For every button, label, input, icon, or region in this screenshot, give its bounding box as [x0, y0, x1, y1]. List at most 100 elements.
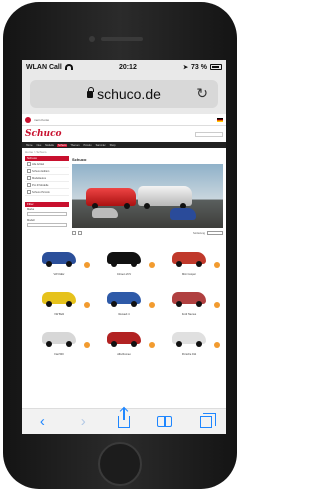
url-text: schuco.de [97, 86, 161, 102]
cart-badge-icon[interactable] [214, 302, 220, 308]
sidebar-item[interactable]: Pro.R Modelle [25, 182, 69, 189]
nav-item[interactable]: Shop [109, 144, 117, 147]
nav-item[interactable]: Modelle [44, 144, 55, 147]
banner-car-blue [170, 208, 196, 220]
sidebar: Schuco Alle Artikel Schuco Edition Modella… [25, 156, 69, 238]
product-card[interactable]: VW Bulli [28, 286, 90, 322]
site-header: Schuco [22, 126, 226, 142]
product-image[interactable] [158, 246, 220, 270]
battery-percent: 73 % [191, 63, 207, 71]
list-toolbar: Sortierung [72, 228, 223, 238]
sidebar-item[interactable]: Schuco Edition [25, 168, 69, 175]
product-name[interactable]: Alfa Romeo [93, 353, 155, 356]
product-card[interactable]: Mini Cooper [158, 246, 220, 282]
grid-view-icon[interactable] [72, 231, 76, 235]
battery-icon [210, 64, 222, 70]
product-image[interactable] [158, 286, 220, 310]
cart-badge-icon[interactable] [149, 262, 155, 268]
product-name[interactable]: VW Bulli [28, 313, 90, 316]
lock-icon [87, 86, 95, 98]
site-logo[interactable]: Schuco [25, 129, 62, 139]
sidebar-item[interactable]: Modellautos [25, 175, 69, 182]
account-link[interactable]: mein Konto [34, 118, 49, 122]
product-name[interactable]: Mini Cooper [158, 273, 220, 276]
forward-icon[interactable]: › [71, 412, 95, 432]
share-button[interactable] [112, 407, 136, 432]
cart-badge-icon[interactable] [84, 262, 90, 268]
product-name[interactable]: Ford Taunus [158, 313, 220, 316]
product-card[interactable]: Porsche 911 [158, 326, 220, 362]
product-card[interactable]: Alfa Romeo [93, 326, 155, 362]
main-content: Schuco Sortierung [72, 156, 223, 238]
product-image[interactable] [28, 286, 90, 310]
cart-badge-icon[interactable] [84, 302, 90, 308]
nav-item[interactable]: Neu [36, 144, 43, 147]
bookmarks-button[interactable] [153, 412, 177, 432]
model-car-icon [42, 332, 76, 347]
cart-badge-icon[interactable] [149, 342, 155, 348]
banner-car-red [86, 188, 136, 209]
product-name[interactable]: VW Käfer [28, 273, 90, 276]
model-car-icon [107, 332, 141, 347]
product-image[interactable] [93, 246, 155, 270]
sort-select[interactable] [207, 231, 223, 235]
model-car-icon [42, 292, 76, 307]
safari-toolbar: ‹ › [22, 407, 226, 434]
nav-item[interactable]: Schuco [57, 143, 68, 147]
location-icon: ➤ [183, 64, 189, 71]
product-name[interactable]: Renault 4 [93, 313, 155, 316]
cart-badge-icon[interactable] [214, 342, 220, 348]
product-image[interactable] [158, 326, 220, 350]
list-view-icon[interactable] [78, 231, 82, 235]
product-image[interactable] [93, 326, 155, 350]
filter-brand-select[interactable] [27, 212, 67, 216]
breadcrumb[interactable]: Home > Schuco [22, 148, 226, 156]
product-card[interactable]: Fiat 500 [28, 326, 90, 362]
carrier-label: WLAN Call [26, 63, 62, 71]
product-card[interactable]: Renault 4 [93, 286, 155, 322]
page-title: Schuco [72, 157, 87, 162]
cart-badge-icon[interactable] [149, 302, 155, 308]
model-car-icon [172, 252, 206, 267]
screen: WLAN Call 20:12 ➤ 73 % schuco.de ↻ mein … [22, 60, 226, 434]
product-image[interactable] [28, 326, 90, 350]
product-image[interactable] [28, 246, 90, 270]
tabs-icon [199, 412, 216, 428]
site-topbar: mein Konto [22, 114, 226, 126]
product-name[interactable]: Fiat 500 [28, 353, 90, 356]
cart-badge-icon[interactable] [84, 342, 90, 348]
product-name[interactable]: Citroen 2CV [93, 273, 155, 276]
nav-item[interactable]: Piccolo [83, 144, 93, 147]
reload-icon[interactable]: ↻ [196, 85, 208, 102]
banner-car-white [138, 186, 192, 209]
model-car-icon [172, 332, 206, 347]
product-card[interactable]: Citroen 2CV [93, 246, 155, 282]
status-bar: WLAN Call 20:12 ➤ 73 % [22, 60, 226, 74]
back-icon[interactable]: ‹ [30, 412, 54, 432]
nav-item[interactable]: Home [25, 144, 34, 147]
clock: 20:12 [118, 63, 137, 71]
account-icon[interactable] [25, 116, 31, 123]
sidebar-item[interactable]: Alle Artikel [25, 161, 69, 168]
address-bar[interactable]: schuco.de ↻ [30, 80, 218, 108]
model-car-icon [42, 252, 76, 267]
web-page: mein Konto Schuco Home Neu Modelle Schuco Th… [22, 114, 226, 408]
product-card[interactable]: Ford Taunus [158, 286, 220, 322]
product-card[interactable]: VW Käfer [28, 246, 90, 282]
model-car-icon [172, 292, 206, 307]
tabs-button[interactable] [194, 412, 218, 432]
nav-item[interactable]: Sammler [95, 144, 107, 147]
home-button[interactable] [98, 442, 142, 486]
cart-badge-icon[interactable] [214, 262, 220, 268]
filter-model-select[interactable] [27, 223, 67, 227]
product-image[interactable] [93, 286, 155, 310]
nav-item[interactable]: Themen [69, 144, 80, 147]
hero-banner-image [72, 164, 223, 228]
share-icon [117, 407, 130, 428]
camera-icon [89, 36, 95, 42]
site-search-input[interactable] [195, 131, 223, 137]
product-grid: VW Käfer Citroen 2CV Mini Cooper VW Bulli Re… [22, 238, 226, 362]
product-name[interactable]: Porsche 911 [158, 353, 220, 356]
sidebar-item[interactable]: Schuco Piccolo [25, 189, 69, 196]
language-flag-icon[interactable] [217, 117, 223, 122]
